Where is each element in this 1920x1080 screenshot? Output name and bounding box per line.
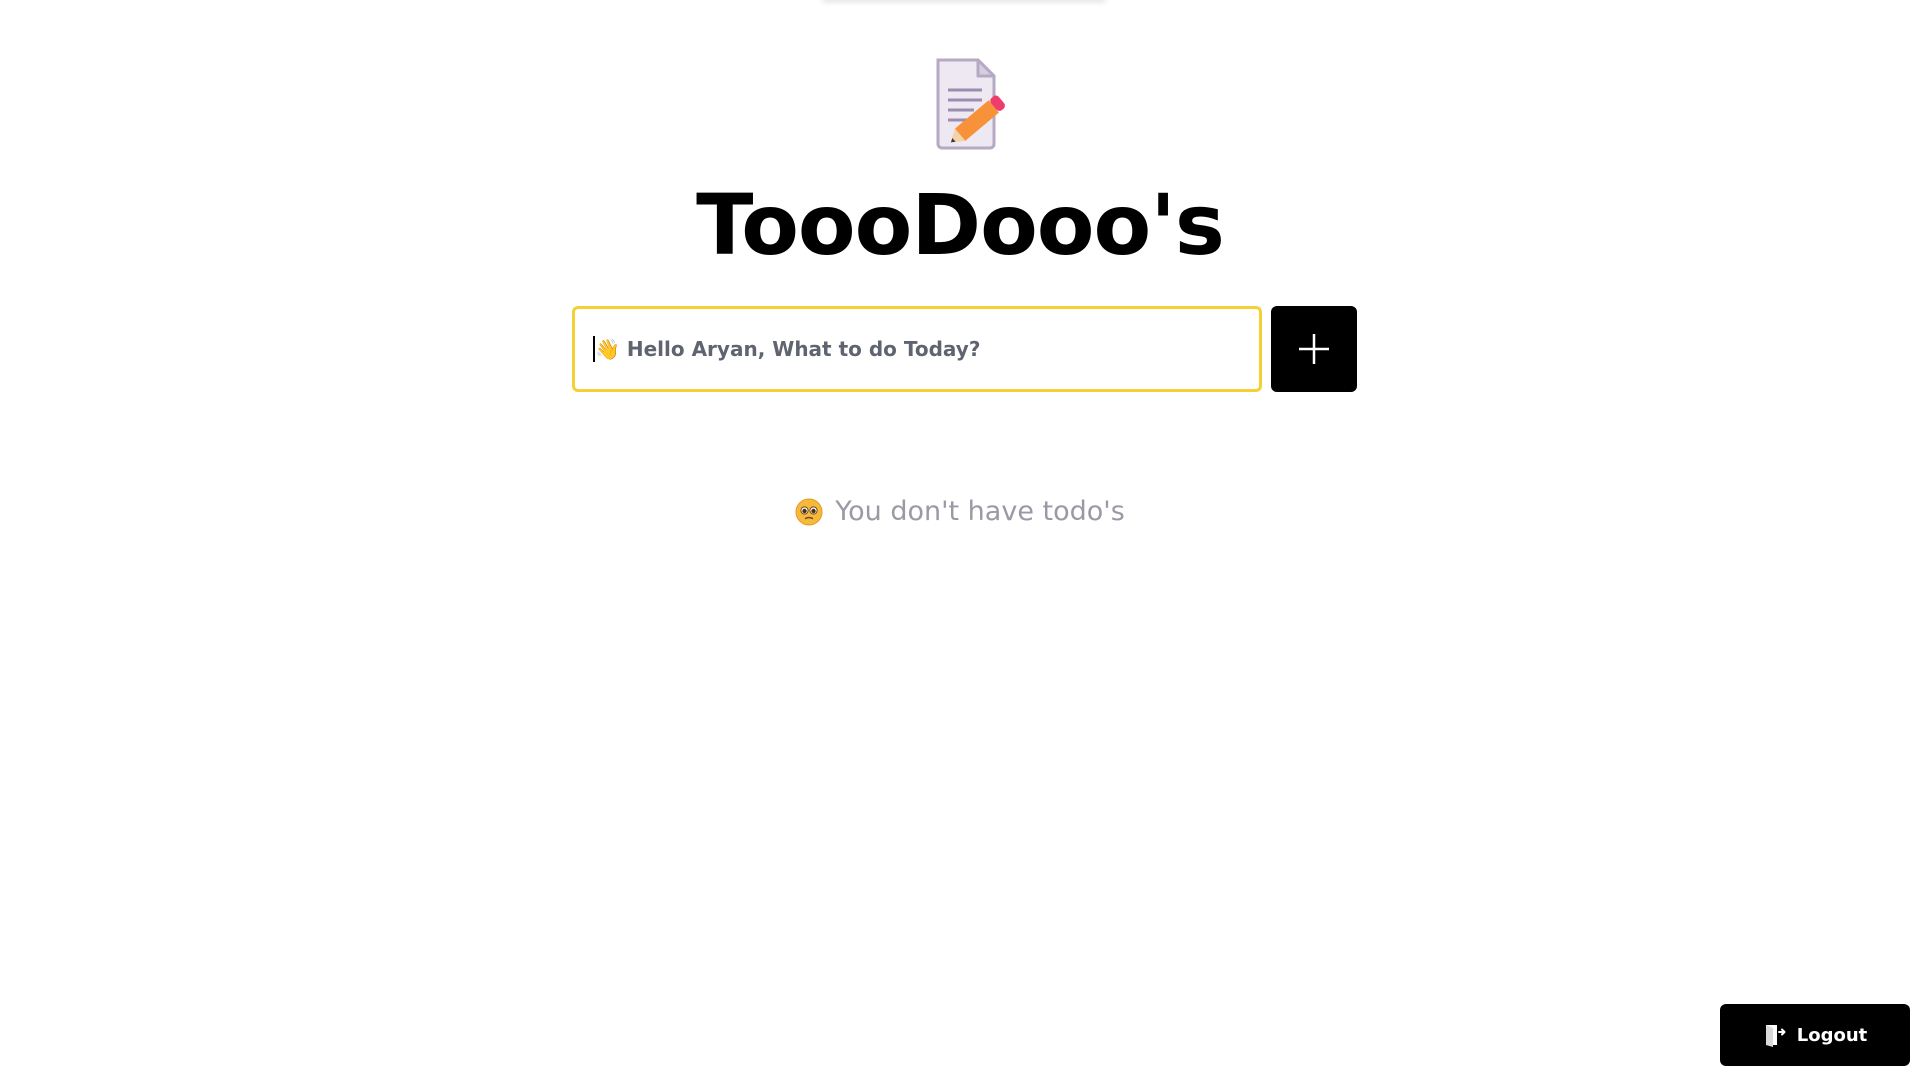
text-caret	[593, 336, 595, 362]
empty-state: You don't have todo's	[0, 496, 1920, 527]
add-todo-button[interactable]	[1271, 306, 1357, 392]
empty-state-text: You don't have todo's	[835, 496, 1125, 527]
page: ToooDooo's You don't have todo's Logout	[0, 0, 1920, 1080]
logout-button[interactable]: Logout	[1720, 1004, 1910, 1066]
logout-door-icon	[1765, 1025, 1786, 1047]
app-title: ToooDooo's	[696, 176, 1225, 274]
memo-pencil-logo-icon	[936, 58, 1005, 150]
logout-label: Logout	[1796, 1024, 1868, 1046]
plus-icon	[1299, 334, 1329, 364]
pleading-face-icon	[795, 498, 823, 525]
todo-input[interactable]	[572, 306, 1262, 392]
